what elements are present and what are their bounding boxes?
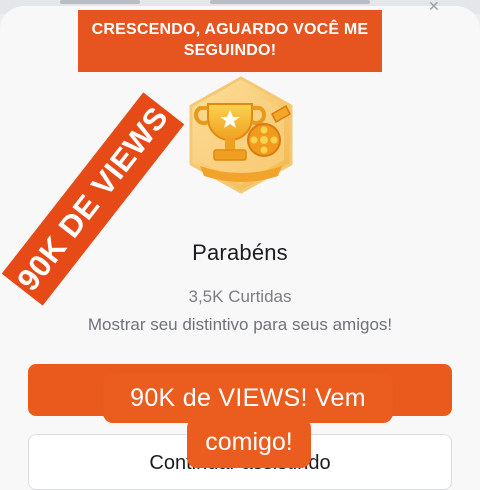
caption-bubble-line1: 90K de VIEWS! Vem: [103, 373, 393, 423]
trophy-film-badge-icon: [189, 76, 293, 194]
top-overlay-banner: CRESCENDO, AGUARDO VOCÊ ME SEGUINDO!: [78, 10, 382, 72]
modal-subtitle: Mostrar seu distintivo para seus amigos!: [87, 315, 393, 334]
caption-bubble-line2: comigo!: [187, 418, 311, 468]
likes-count: 3,5K Curtidas: [188, 287, 292, 306]
close-icon[interactable]: ✕: [428, 0, 448, 13]
